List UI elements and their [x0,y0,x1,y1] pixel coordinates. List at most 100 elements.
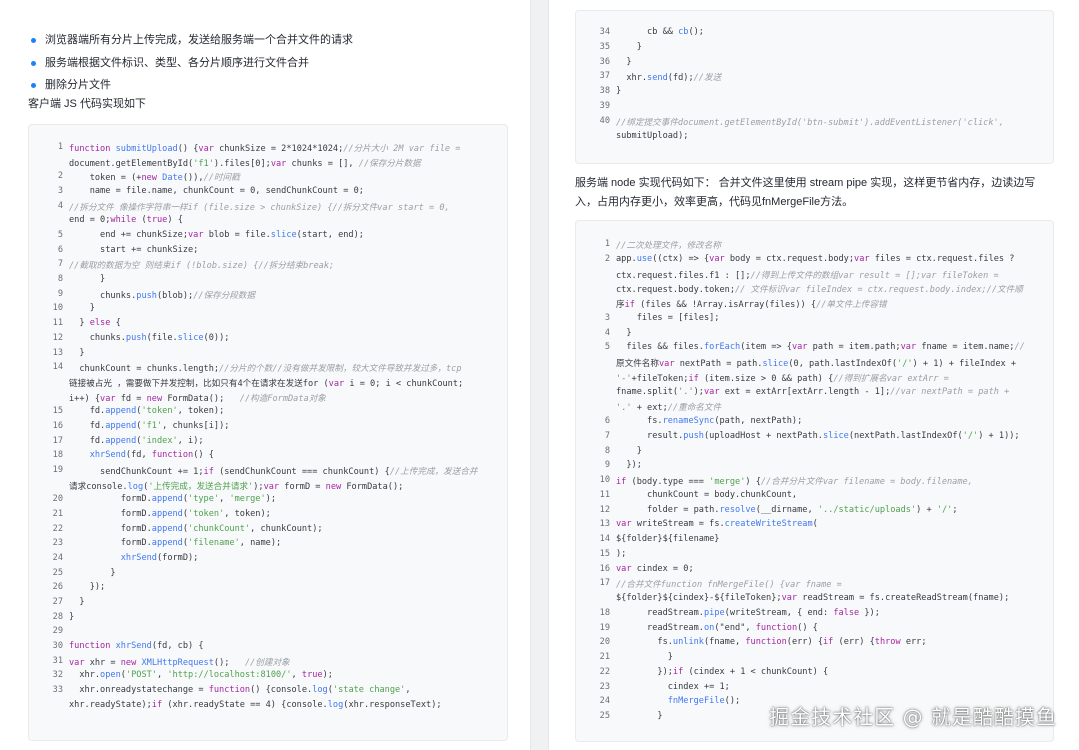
line-number: 21 [52,509,63,519]
code-text: } [616,41,642,52]
code-text: files && files.forEach(item => {var path… [616,342,1025,353]
line-number: 1 [604,239,610,249]
code-text: chunkCount = chunks.length;//分片的个数//没有做并… [69,364,462,375]
line-number: 12 [599,504,610,515]
code-text: //拆分文件 像操作字符串一样if (file.size > chunkSize… [69,202,450,213]
code-text: fnMergeFile(); [667,696,741,707]
code-text: } [69,303,95,314]
code-text: } [616,711,663,721]
line-number: 5 [57,230,63,241]
code-text: });if (cindex + 1 < chunkCount) { [616,666,829,677]
line-number: 16 [599,563,610,574]
line-number: 10 [52,303,63,314]
code-text: '.' + ext;//重命名文件 [616,403,722,414]
line-number: 29 [52,626,63,637]
code-text: formD.append('filename', name); [69,538,282,549]
code-text: end += chunkSize;var blob = file.slice(s… [69,230,364,241]
line-number: 9 [57,288,63,299]
line-number: 23 [599,681,610,692]
code-text: fs.unlink(fname, function(err) {if (err)… [616,637,927,648]
line-number: 11 [52,318,63,329]
line-number: 25 [52,567,63,578]
line-number: 28 [52,611,63,622]
line-number: 26 [52,582,63,593]
left-page: 浏览器端所有分片上传完成，发送给服务端一个合并文件的请求 服务端根据文件标识、类… [0,0,530,750]
line-number: 24 [52,553,63,564]
line-number: 37 [599,71,610,82]
code-text: token = (+new Date()),//时间戳 [69,173,240,184]
line-number: 3 [57,186,63,197]
code-text: xhrSend(formD); [120,553,199,564]
line-number: 20 [599,637,610,648]
line-number: 15 [52,406,63,417]
code-text: end = 0;while (true) { [69,215,183,226]
line-number: 20 [52,494,63,505]
code-text: //绑定提交事件document.getElementById('btn-sub… [616,117,1004,128]
line-number: 22 [599,666,610,677]
line-number: 30 [52,641,63,652]
code-text: cindex += 1; [616,681,730,692]
code-text: files = [files]; [616,312,720,323]
line-number: 34 [599,27,610,37]
line-number: 36 [599,56,610,67]
line-number: 3 [604,312,610,323]
line-number: 2 [604,253,610,264]
code-text: xhrSend(fd, function() { [89,450,214,461]
code-text: //合并文件function fnMergeFile() {var fname … [616,580,842,591]
code-text: i++) {var fd = new FormData(); //构造FormD… [69,393,326,404]
line-number: 35 [599,41,610,52]
line-number: 17 [599,578,610,589]
code-text: xhr.open('POST', 'http://localhost:8100/… [69,670,333,681]
code-text: document.getElementById('f1').files[0];v… [69,158,421,169]
line-number: 25 [599,711,610,721]
server-code-block: 1 //二次处理文件，修改名称 2 app.use((ctx) => {var bod… [575,220,1054,742]
line-number: 4 [57,200,63,211]
line-number: 23 [52,538,63,549]
code-text: } [616,652,673,662]
code-text: chunks.push(blob);//保存分段数据 [69,290,256,301]
code-text: if (body.type === 'merge') {//合并分片文件var … [616,477,973,487]
code-text: var writeStream = fs.createWriteStream( [616,519,818,530]
line-number: 6 [604,416,610,426]
code-text: name = file.name, chunkCount = 0, sendCh… [69,186,364,197]
code-text: } [69,274,106,285]
line-number: 6 [57,244,63,255]
code-text: chunkCount = body.chunkCount, [616,489,798,500]
code-text: } [616,445,642,456]
code-text: //截取的数据为空 则结束if (!blob.size) {//拆分结束brea… [69,261,335,272]
line-number: 1 [57,142,63,152]
line-number: 5 [604,342,610,353]
code-text: xhr.send(fd);//发送 [616,73,722,84]
line-number: 33 [52,685,63,696]
line-number: 8 [57,274,63,285]
code-text: ${folder}${cindex}-${fileToken};var read… [616,593,1010,603]
code-text: //二次处理文件，修改名称 [616,241,721,251]
line-number: 19 [52,464,63,475]
code-text: var xhr = new XMLHttpRequest(); //创建对象 [69,657,290,668]
line-number: 13 [52,347,63,358]
code-text: }); [69,582,106,593]
step-list: 浏览器端所有分片上传完成，发送给服务端一个合并文件的请求 服务端根据文件标识、类… [28,29,353,97]
line-number: 24 [599,696,610,707]
code-text: 序if (files && !Array.isArray(files)) {//… [616,300,887,310]
code-text: submitUpload); [616,130,689,141]
line-number: 4 [604,327,610,338]
client-code-block: 1 function submitUpload() {var chunkSize … [28,124,508,741]
line-number: 14 [52,362,63,373]
client-intro-text: 客户端 JS 代码实现如下 [28,98,146,110]
code-text: ctx.request.files.f1 : [];//得到上传文件的数组var… [616,270,999,281]
code-text: formD.append('token', token); [69,509,271,519]
line-number: 2 [57,171,63,182]
code-text: fname.split('.');var ext = extArr[extArr… [616,386,1010,397]
line-number: 27 [52,597,63,608]
code-text: app.use((ctx) => {var body = ctx.request… [616,253,1015,264]
code-text: ${folder}${filename} [616,534,720,544]
line-number: 19 [599,622,610,633]
list-item: 服务端根据文件标识、类型、各分片顺序进行文件合并 [28,52,353,75]
right-page: 34 cb && cb(); 35 } 36 } 37 xhr.send(fd);//… [549,0,1079,750]
code-text: chunks.push(file.slice(0)); [69,332,230,343]
line-number: 8 [604,445,610,456]
line-number: 22 [52,523,63,534]
line-number: 10 [599,475,610,485]
line-number: 17 [52,435,63,446]
